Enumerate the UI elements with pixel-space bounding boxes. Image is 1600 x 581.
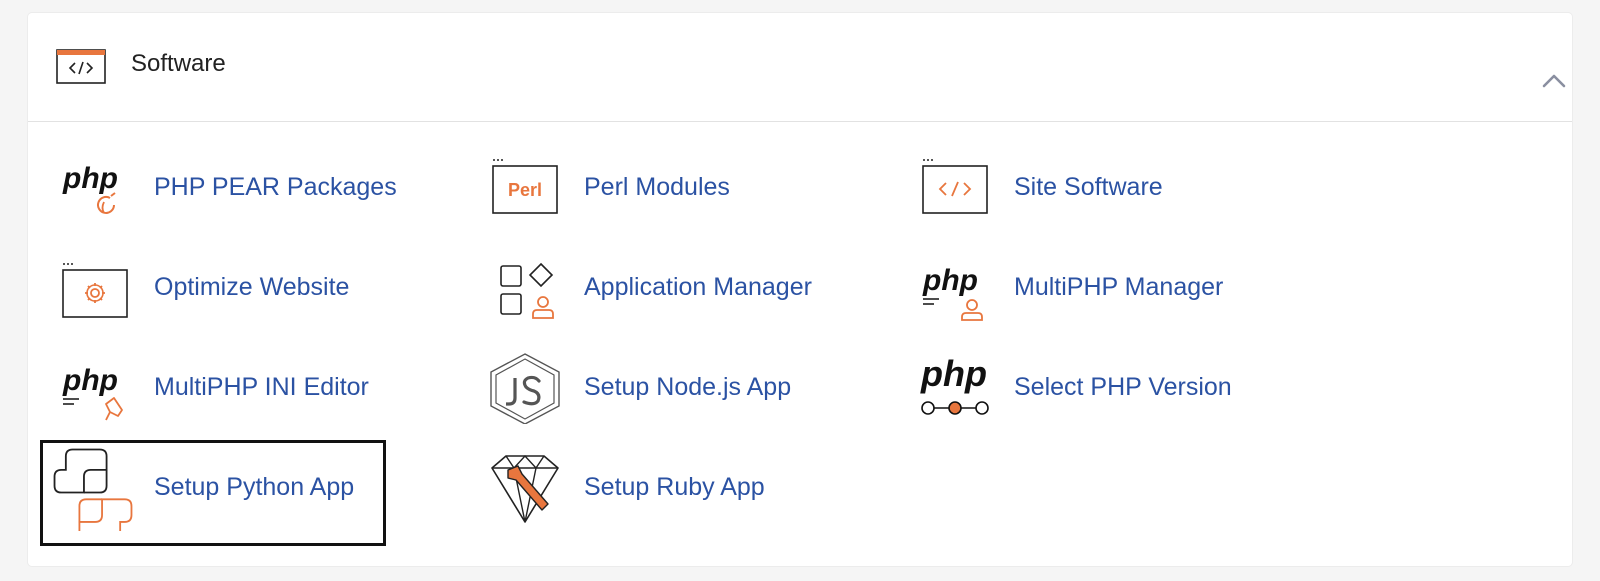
item-label: MultiPHP INI Editor [154,373,369,401]
site-software-icon [922,159,988,214]
software-panel: Software php PHP PEAR Packages Perl Perl… [28,13,1572,566]
multiphp-ini-editor-icon: php [62,364,123,421]
item-perl-modules[interactable]: Perl Perl Modules [458,145,878,231]
svg-text:php: php [920,353,987,394]
python-icon [53,448,133,531]
chevron-up-icon[interactable] [1541,71,1567,91]
item-select-php-version[interactable]: php Select PHP Version [888,345,1308,431]
item-application-manager[interactable]: Application Manager [458,245,878,331]
item-label: Setup Python App [154,473,355,501]
php-pear-icon: php [62,162,118,214]
item-label: Setup Node.js App [584,373,792,401]
svg-text:Perl: Perl [508,180,542,200]
svg-text:php: php [62,364,118,397]
item-label: PHP PEAR Packages [154,173,397,201]
item-setup-nodejs-app[interactable]: Setup Node.js App [458,345,878,431]
item-site-software[interactable]: Site Software [888,145,1308,231]
item-setup-python-app[interactable]: Setup Python App [28,445,448,531]
section-title: Software [131,50,226,77]
item-optimize-website[interactable]: Optimize Website [28,245,448,331]
item-label: Perl Modules [584,173,730,201]
item-label: Application Manager [584,273,812,301]
item-label: Site Software [1014,173,1163,201]
optimize-website-icon [62,263,128,318]
item-multiphp-manager[interactable]: php MultiPHP Manager [888,245,1308,331]
item-label: MultiPHP Manager [1014,273,1224,301]
application-manager-icon [500,262,554,319]
svg-text:php: php [922,264,978,297]
item-multiphp-ini-editor[interactable]: php MultiPHP INI Editor [28,345,448,431]
item-label: Optimize Website [154,273,350,301]
item-setup-ruby-app[interactable]: Setup Ruby App [458,445,878,531]
multiphp-manager-icon: php [922,264,983,321]
item-label: Select PHP Version [1014,373,1232,401]
perl-icon: Perl [492,159,558,214]
ruby-icon [491,454,559,523]
svg-text:php: php [62,162,118,195]
panel-header[interactable]: Software [28,13,1572,122]
select-php-version-icon: php [920,353,989,415]
item-php-pear-packages[interactable]: php PHP PEAR Packages [28,145,448,231]
code-window-icon [56,49,106,84]
nodejs-icon [490,353,560,424]
item-label: Setup Ruby App [584,473,765,501]
